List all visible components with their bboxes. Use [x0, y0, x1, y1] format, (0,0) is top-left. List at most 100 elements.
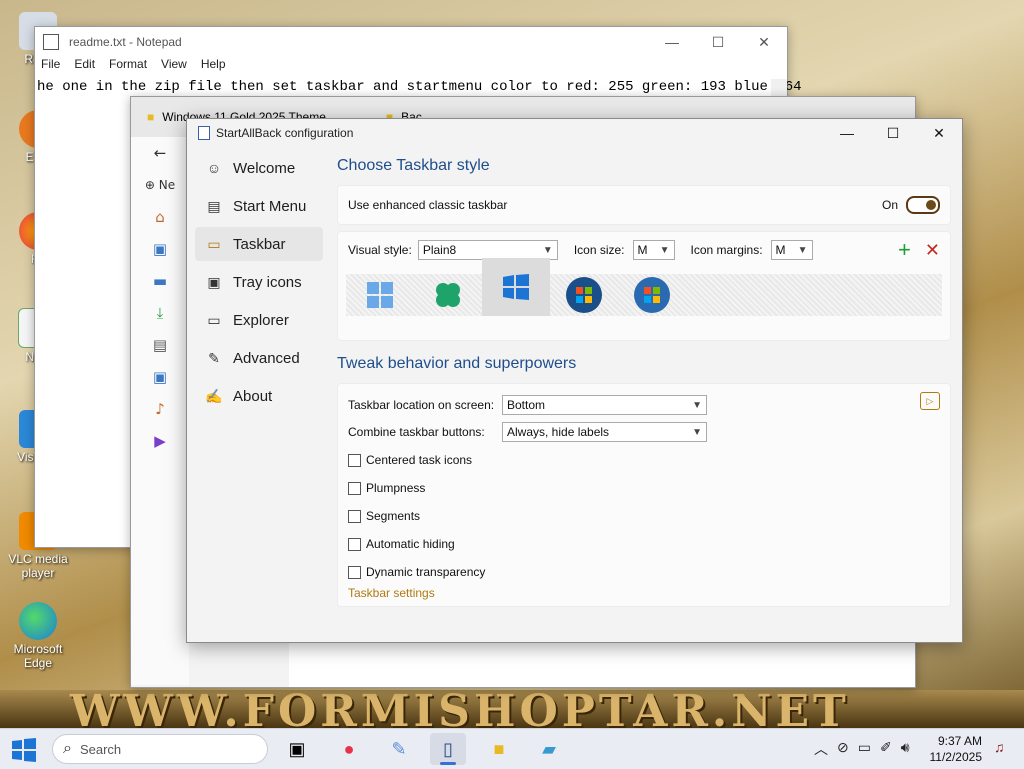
new-button[interactable]: ⊕ Ne — [131, 169, 189, 201]
style-vista-logo[interactable] — [618, 274, 686, 316]
checkbox-box[interactable] — [348, 565, 361, 579]
paint-icon: ✎ — [391, 738, 407, 759]
music-icon[interactable]: ♪ — [131, 393, 189, 425]
downloads-icon[interactable]: ⤓ — [131, 297, 189, 329]
nav-taskbar[interactable]: ▭ Taskbar — [195, 227, 323, 261]
menu-edit[interactable]: Edit — [74, 57, 95, 77]
minimize-button[interactable]: — — [649, 34, 695, 51]
nav-start-menu[interactable]: ▤ Start Menu — [195, 189, 323, 223]
style-win7-logo[interactable] — [550, 274, 618, 316]
checkbox-centered-task-icons[interactable]: Centered task icons — [348, 446, 940, 474]
checkbox-box[interactable] — [348, 537, 361, 551]
location-select[interactable]: Bottom ▼ — [502, 395, 707, 415]
nav-about[interactable]: ✍ About — [195, 379, 323, 413]
checkbox-automatic-hiding[interactable]: Automatic hiding — [348, 530, 940, 558]
documents-icon[interactable]: ▤ — [131, 329, 189, 361]
network-icon[interactable]: ⊘ — [837, 739, 849, 759]
location-value: Bottom — [507, 398, 546, 412]
checkbox-plumpness[interactable]: Plumpness — [348, 474, 940, 502]
notification-bell-icon[interactable]: ♫ — [994, 739, 1005, 755]
sab-titlebar[interactable]: StartAllBack configuration — ☐ ✕ — [187, 119, 962, 147]
nav-label: Welcome — [233, 159, 296, 177]
style-win8-logo-selected[interactable] — [482, 258, 550, 316]
videos-icon[interactable]: ▶ — [131, 425, 189, 457]
start-button[interactable] — [12, 738, 36, 767]
taskbar-startallback[interactable]: ▯ — [430, 733, 466, 765]
taskbar-notepad[interactable]: ▰ — [531, 733, 567, 765]
taskbar-icon: ▭ — [207, 235, 221, 252]
folder-icon: ▭ — [207, 311, 221, 328]
desktop-icon-edge[interactable]: Microsoft Edge — [6, 602, 70, 670]
checkbox-segments[interactable]: Segments — [348, 502, 940, 530]
start-menu-icon: ▤ — [207, 197, 221, 214]
checkbox-label: Plumpness — [366, 481, 426, 495]
sab-title: StartAllBack configuration — [216, 126, 354, 140]
taskbar-search-box[interactable]: ⌕ Search — [52, 734, 268, 764]
back-arrow-icon[interactable]: ← — [131, 137, 189, 169]
chevron-up-icon[interactable]: ︿ — [814, 739, 828, 759]
taskbar-paint[interactable]: ✎ — [381, 733, 417, 765]
checkbox-box[interactable] — [348, 509, 361, 523]
system-tray: ︿ ⊘ ▭ ✐ 🔊︎ — [814, 739, 919, 759]
menu-view[interactable]: View — [161, 57, 187, 77]
menu-help[interactable]: Help — [201, 57, 226, 77]
visual-style-select[interactable]: Plain8 ▼ — [417, 240, 558, 260]
close-button[interactable]: ✕ — [741, 34, 787, 51]
windows8-logo-icon — [503, 274, 529, 300]
pen-icon[interactable]: ✐ — [880, 739, 892, 759]
nav-tray-icons[interactable]: ▣ Tray icons — [195, 265, 323, 299]
visual-style-panel: Visual style: Plain8 ▼ Icon size: M ▼ Icon… — [337, 231, 951, 341]
taskbar-clock[interactable]: 9:37 AM 11/2/2025 — [928, 733, 983, 765]
enhanced-taskbar-label: Use enhanced classic taskbar — [348, 198, 508, 212]
notepad-menubar: File Edit Format View Help — [35, 57, 787, 77]
icon-size-value: M — [637, 243, 648, 257]
maximize-button[interactable]: ☐ — [870, 125, 916, 142]
signature-icon: ✍ — [205, 387, 223, 404]
icon-size-select[interactable]: M ▼ — [632, 240, 675, 260]
notepad-text-area[interactable]: he one in the zip file then set taskbar … — [35, 77, 802, 97]
style-win11-logo[interactable] — [346, 274, 414, 316]
location-label: Taskbar location on screen: — [348, 398, 495, 412]
checkbox-label: Centered task icons — [366, 453, 473, 467]
task-view-icon: ▣ — [288, 738, 306, 759]
desktop-folder-icon[interactable]: ▬ — [131, 265, 189, 297]
menu-file[interactable]: File — [41, 57, 60, 77]
checkbox-box[interactable] — [348, 481, 361, 495]
taskbar-firefox[interactable]: ● — [331, 733, 367, 765]
tray-icon: ▣ — [207, 273, 221, 290]
add-icon[interactable]: + — [898, 237, 911, 263]
maximize-button[interactable]: ☐ — [695, 34, 741, 51]
checkbox-label: Dynamic transparency — [366, 565, 486, 579]
nav-advanced[interactable]: ✎ Advanced — [195, 341, 323, 375]
taskbar-explorer[interactable]: ■ — [481, 733, 517, 765]
remove-icon[interactable]: ✕ — [925, 240, 940, 261]
close-button[interactable]: ✕ — [916, 125, 962, 142]
task-view-button[interactable]: ▣ — [279, 733, 315, 765]
chevron-down-icon: ▼ — [797, 244, 808, 256]
pictures-icon[interactable]: ▣ — [131, 361, 189, 393]
minimize-button[interactable]: — — [824, 125, 870, 142]
volume-icon[interactable]: 🔊︎ — [901, 739, 910, 759]
startallback-window[interactable]: StartAllBack configuration — ☐ ✕ ☺ Welcom… — [186, 118, 963, 643]
gallery-icon[interactable]: ▣ — [131, 233, 189, 265]
icon-margins-select[interactable]: M ▼ — [770, 240, 813, 260]
icon-margins-label: Icon margins: — [690, 243, 763, 257]
combine-select[interactable]: Always, hide labels ▼ — [502, 422, 707, 442]
notepad-titlebar[interactable]: readme.txt - Notepad — ☐ ✕ — [35, 27, 787, 57]
nav-label: Explorer — [233, 311, 289, 329]
checkbox-box[interactable] — [348, 453, 361, 467]
nav-welcome[interactable]: ☺ Welcome — [195, 151, 323, 185]
home-icon[interactable]: ⌂ — [131, 201, 189, 233]
style-clover-logo[interactable] — [414, 274, 482, 316]
combine-value: Always, hide labels — [507, 425, 610, 439]
taskbar: ⌕ Search ▣ ● ✎ ▯ ■ ▰ ︿ ⊘ ▭ ✐ 🔊︎ 9:37 AM … — [0, 728, 1024, 769]
checkbox-dynamic-transparency[interactable]: Dynamic transparency — [348, 558, 940, 586]
enhanced-taskbar-toggle[interactable] — [906, 196, 940, 214]
menu-format[interactable]: Format — [109, 57, 147, 77]
firefox-icon: ● — [343, 738, 355, 759]
taskbar-settings-link[interactable]: Taskbar settings — [348, 586, 940, 600]
sab-main-content: Choose Taskbar style Use enhanced classi… — [337, 151, 951, 607]
display-icon[interactable]: ▭ — [858, 739, 871, 759]
nav-explorer[interactable]: ▭ Explorer — [195, 303, 323, 337]
video-play-icon[interactable]: ▷ — [920, 392, 940, 410]
